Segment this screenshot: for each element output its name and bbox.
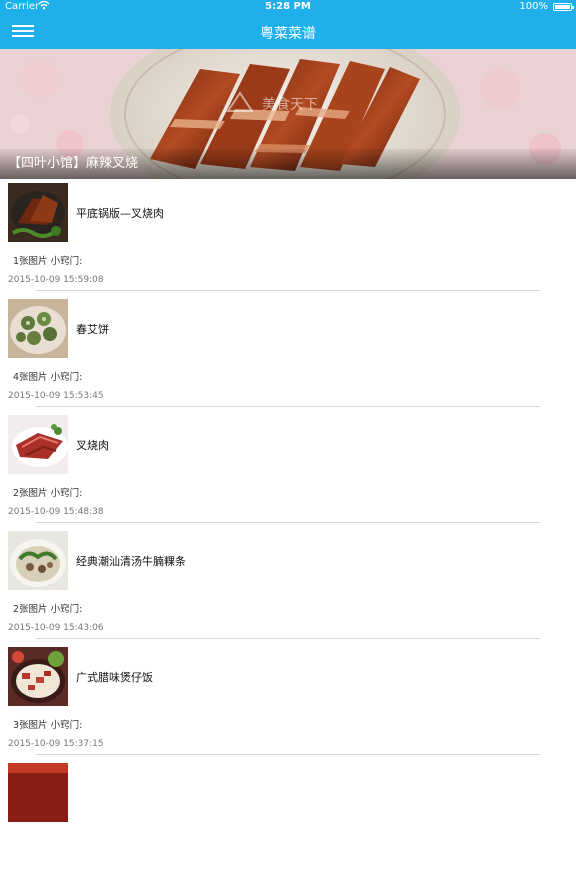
recipe-title: 广式腊味煲仔饭 [76, 671, 153, 684]
nav-bar: 粤菜菜谱 [0, 15, 576, 49]
recipe-thumbnail [8, 647, 68, 706]
recipe-date: 2015-10-09 15:53:45 [8, 391, 104, 401]
recipe-item[interactable]: · 经典潮汕清汤牛腩粿条 2张图片 小窍门: 2015-10-09 15:43:… [0, 527, 576, 643]
battery-icon [553, 3, 574, 11]
recipe-meta: 3张图片 小窍门: [13, 720, 83, 731]
recipe-item[interactable]: 叉烧肉 2张图片 小窍门: 2015-10-09 15:48:38 [0, 411, 576, 527]
recipe-title: 叉烧肉 [76, 439, 109, 452]
divider [36, 406, 540, 407]
recipe-list: 平底锅版—叉烧肉 1张图片 小窍门: 2015-10-09 15:59:08 春… [0, 179, 576, 875]
recipe-meta: 1张图片 小窍门: [13, 256, 83, 267]
recipe-item[interactable]: 春艾饼 4张图片 小窍门: 2015-10-09 15:53:45 [0, 295, 576, 411]
recipe-thumbnail [8, 299, 68, 358]
recipe-date: 2015-10-09 15:59:08 [8, 275, 104, 285]
recipe-meta: 2张图片 小窍门: [13, 604, 83, 615]
recipe-thumbnail: · [8, 531, 68, 590]
divider [36, 290, 540, 291]
recipe-meta: 4张图片 小窍门: [13, 372, 83, 383]
recipe-item[interactable]: 广式腊味煲仔饭 3张图片 小窍门: 2015-10-09 15:37:15 [0, 643, 576, 759]
recipe-thumbnail [8, 415, 68, 474]
recipe-date: 2015-10-09 15:37:15 [8, 739, 104, 749]
divider [36, 638, 540, 639]
recipe-item[interactable]: 平底锅版—叉烧肉 1张图片 小窍门: 2015-10-09 15:59:08 [0, 179, 576, 295]
divider [36, 754, 540, 755]
divider [36, 522, 540, 523]
recipe-title: 平底锅版—叉烧肉 [76, 207, 164, 220]
recipe-title: 春艾饼 [76, 323, 109, 336]
battery-percent: 100% [519, 1, 548, 12]
banner-carousel[interactable]: 美食天下 【四叶小馆】麻辣叉烧 [0, 49, 576, 179]
status-bar: Carrier 5:28 PM 100% [0, 0, 576, 15]
recipe-date: 2015-10-09 15:48:38 [8, 507, 104, 517]
status-time: 5:28 PM [265, 1, 311, 12]
recipe-thumbnail [8, 183, 68, 242]
recipe-date: 2015-10-09 15:43:06 [8, 623, 104, 633]
recipe-title: 经典潮汕清汤牛腩粿条 [76, 555, 186, 568]
page-title: 粤菜菜谱 [260, 26, 316, 42]
recipe-item[interactable] [0, 759, 576, 875]
recipe-thumbnail [8, 763, 68, 822]
svg-text:美食天下: 美食天下 [262, 96, 318, 113]
banner-caption: 【四叶小馆】麻辣叉烧 [0, 149, 576, 179]
recipe-meta: 2张图片 小窍门: [13, 488, 83, 499]
